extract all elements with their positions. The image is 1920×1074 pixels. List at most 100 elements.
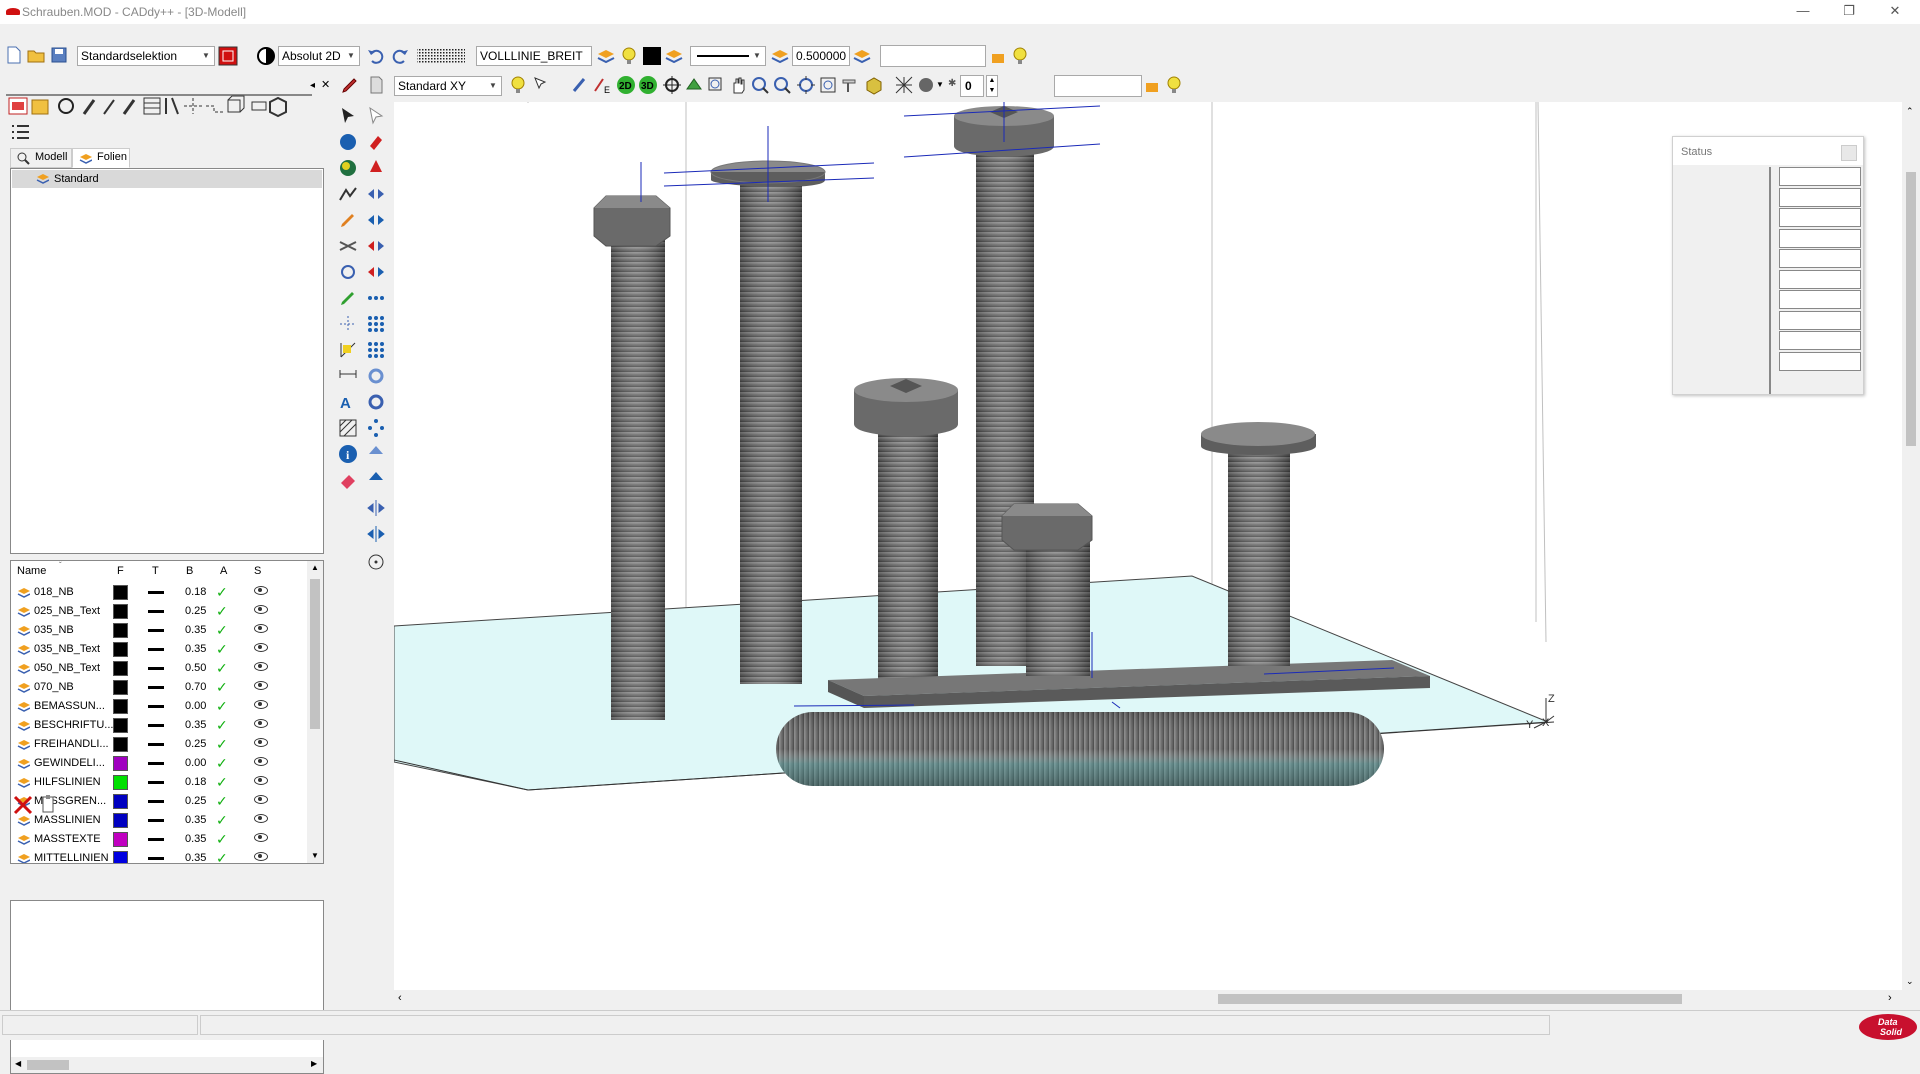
layer-row[interactable]: MASSLINIEN 0.35 ✓ (11, 811, 311, 830)
line-width-field[interactable]: 0.500000 (792, 46, 850, 66)
scissors-tool-icon[interactable] (338, 236, 358, 256)
selection-mode-select[interactable]: Standardselektion ▼ (77, 46, 215, 66)
viewport-vertical-scrollbar[interactable]: ⌃ ⌄ (1902, 102, 1920, 990)
layer-visible-eye-icon[interactable] (254, 681, 268, 690)
undo-icon[interactable] (366, 46, 386, 66)
layer-row[interactable]: 035_NB_Text 0.35 ✓ (11, 640, 311, 659)
layer-table-scrollbar[interactable]: ▲ ▼ (307, 561, 323, 863)
move-up-icon[interactable] (366, 444, 386, 464)
scroll-thumb[interactable] (310, 579, 320, 729)
layer-active-check-icon[interactable]: ✓ (216, 774, 228, 791)
layer-visible-eye-icon[interactable] (254, 700, 268, 709)
model-view-icon[interactable] (684, 75, 704, 95)
layer-width[interactable]: 0.35 (185, 852, 206, 863)
layer-width[interactable]: 0.00 (185, 757, 206, 769)
layer-row[interactable]: HILFSLINIEN 0.18 ✓ (11, 773, 311, 792)
scale-tool-icon[interactable] (366, 262, 386, 282)
layer-color-swatch[interactable] (113, 699, 128, 714)
layer-active-check-icon[interactable]: ✓ (216, 736, 228, 753)
layer-width[interactable]: 0.50 (185, 662, 206, 674)
polyline-tool-icon[interactable] (338, 184, 358, 204)
layer-linetype[interactable] (148, 686, 164, 689)
viewport-horizontal-scrollbar[interactable]: ‹ › (394, 990, 1902, 1008)
move-up-icon-2[interactable] (366, 470, 386, 490)
panel-close-icon[interactable]: ✕ (321, 78, 330, 91)
layer-width[interactable]: 0.18 (185, 586, 206, 598)
step-value-input[interactable]: 0 (960, 75, 984, 97)
edit-e-icon[interactable]: E (592, 75, 612, 95)
layer-width[interactable]: 0.00 (185, 700, 206, 712)
light-bulb-icon-4[interactable] (1164, 75, 1184, 95)
scroll-up-icon[interactable]: ⌃ (1906, 106, 1914, 117)
redo-icon[interactable] (390, 46, 410, 66)
layer-active-check-icon[interactable]: ✓ (216, 812, 228, 829)
light-bulb-icon[interactable] (618, 46, 638, 66)
layer-active-check-icon[interactable]: ✓ (216, 679, 228, 696)
dotted-line-icon[interactable] (338, 314, 358, 334)
layer-row[interactable]: 050_NB_Text 0.50 ✓ (11, 659, 311, 678)
layer-active-check-icon[interactable]: ✓ (216, 603, 228, 620)
rotate-cw-icon[interactable] (366, 392, 386, 412)
pan-hand-icon[interactable] (728, 75, 748, 95)
layer-active-check-icon[interactable]: ✓ (216, 660, 228, 677)
layer-linetype[interactable] (148, 781, 164, 784)
layer-table[interactable]: Name ˇ F T B A S 018_NB 0.18 ✓ 025_NB_Text 0… (10, 560, 324, 864)
layer-linetype[interactable] (148, 838, 164, 841)
rotate-ccw-icon[interactable] (366, 366, 386, 386)
select-color-icon[interactable] (218, 46, 238, 66)
scroll-right-icon[interactable]: ▶ (311, 1059, 317, 1068)
layer-active-check-icon[interactable]: ✓ (216, 698, 228, 715)
layer-row[interactable]: MASSTEXTE 0.35 ✓ (11, 830, 311, 849)
hatch-tool-icon[interactable] (338, 418, 358, 438)
mirror-tool-icon[interactable] (366, 210, 386, 230)
layer-linetype[interactable] (148, 648, 164, 651)
layer-color-swatch[interactable] (113, 813, 128, 828)
scroll-right-icon[interactable]: › (1888, 992, 1892, 1004)
scroll-left-icon[interactable]: ◀ (15, 1059, 21, 1068)
layer-visible-eye-icon[interactable] (254, 624, 268, 633)
layer-color-swatch[interactable] (113, 794, 128, 809)
open-folder-icon[interactable] (26, 45, 46, 65)
layer-color-swatch[interactable] (113, 585, 128, 600)
coord-mode-select[interactable]: Absolut 2D ▼ (278, 46, 360, 66)
pin-icon[interactable]: ◂ (310, 80, 315, 91)
status-close-button[interactable] (1841, 145, 1857, 161)
layer-linetype[interactable] (148, 819, 164, 822)
layer-linetype[interactable] (148, 724, 164, 727)
layer-visible-eye-icon[interactable] (254, 719, 268, 728)
cursor-tool-icon[interactable] (532, 75, 552, 95)
view-2d-icon[interactable]: 2D (616, 75, 636, 95)
layer-active-check-icon[interactable]: ✓ (216, 641, 228, 658)
layer-active-check-icon[interactable]: ✓ (216, 793, 228, 810)
layer-width[interactable]: 0.35 (185, 643, 206, 655)
sphere-tool-icon[interactable] (338, 132, 358, 152)
layer-color-swatch[interactable] (113, 775, 128, 790)
layer-active-check-icon[interactable]: ✓ (216, 850, 228, 863)
dimension-tool-icon[interactable] (338, 366, 358, 386)
layer-width[interactable]: 0.18 (185, 776, 206, 788)
layer-color-swatch[interactable] (113, 680, 128, 695)
view-3d-icon[interactable]: 3D (638, 75, 658, 95)
col-t[interactable]: T (152, 565, 159, 577)
list-view-icon[interactable] (10, 122, 32, 144)
step-spinner[interactable]: ▲ ▼ (986, 75, 998, 97)
minimize-button[interactable]: — (1780, 0, 1826, 24)
wireframe-grid-icon[interactable] (894, 75, 914, 95)
layer-visible-eye-icon[interactable] (254, 757, 268, 766)
layer-active-check-icon[interactable]: ✓ (216, 831, 228, 848)
layer-visible-eye-icon[interactable] (254, 852, 268, 861)
layer-icon-3[interactable] (852, 46, 872, 66)
zoom-previous-icon[interactable] (818, 75, 838, 95)
layer-color-swatch[interactable] (113, 851, 128, 863)
grid-pattern-icon[interactable] (416, 46, 468, 66)
col-name[interactable]: Name (17, 565, 46, 577)
properties-hscroll[interactable]: ◀ ▶ (11, 1057, 323, 1073)
move-tool-icon[interactable] (366, 184, 386, 204)
edit-icon[interactable] (570, 75, 590, 95)
layer-row[interactable]: MASSGREN... 0.25 ✓ (11, 792, 311, 811)
hscroll-thumb[interactable] (1218, 994, 1682, 1004)
col-b[interactable]: B (186, 565, 193, 577)
vscroll-thumb[interactable] (1906, 172, 1916, 446)
layer-color-swatch[interactable] (113, 661, 128, 676)
col-a[interactable]: A (220, 565, 227, 577)
